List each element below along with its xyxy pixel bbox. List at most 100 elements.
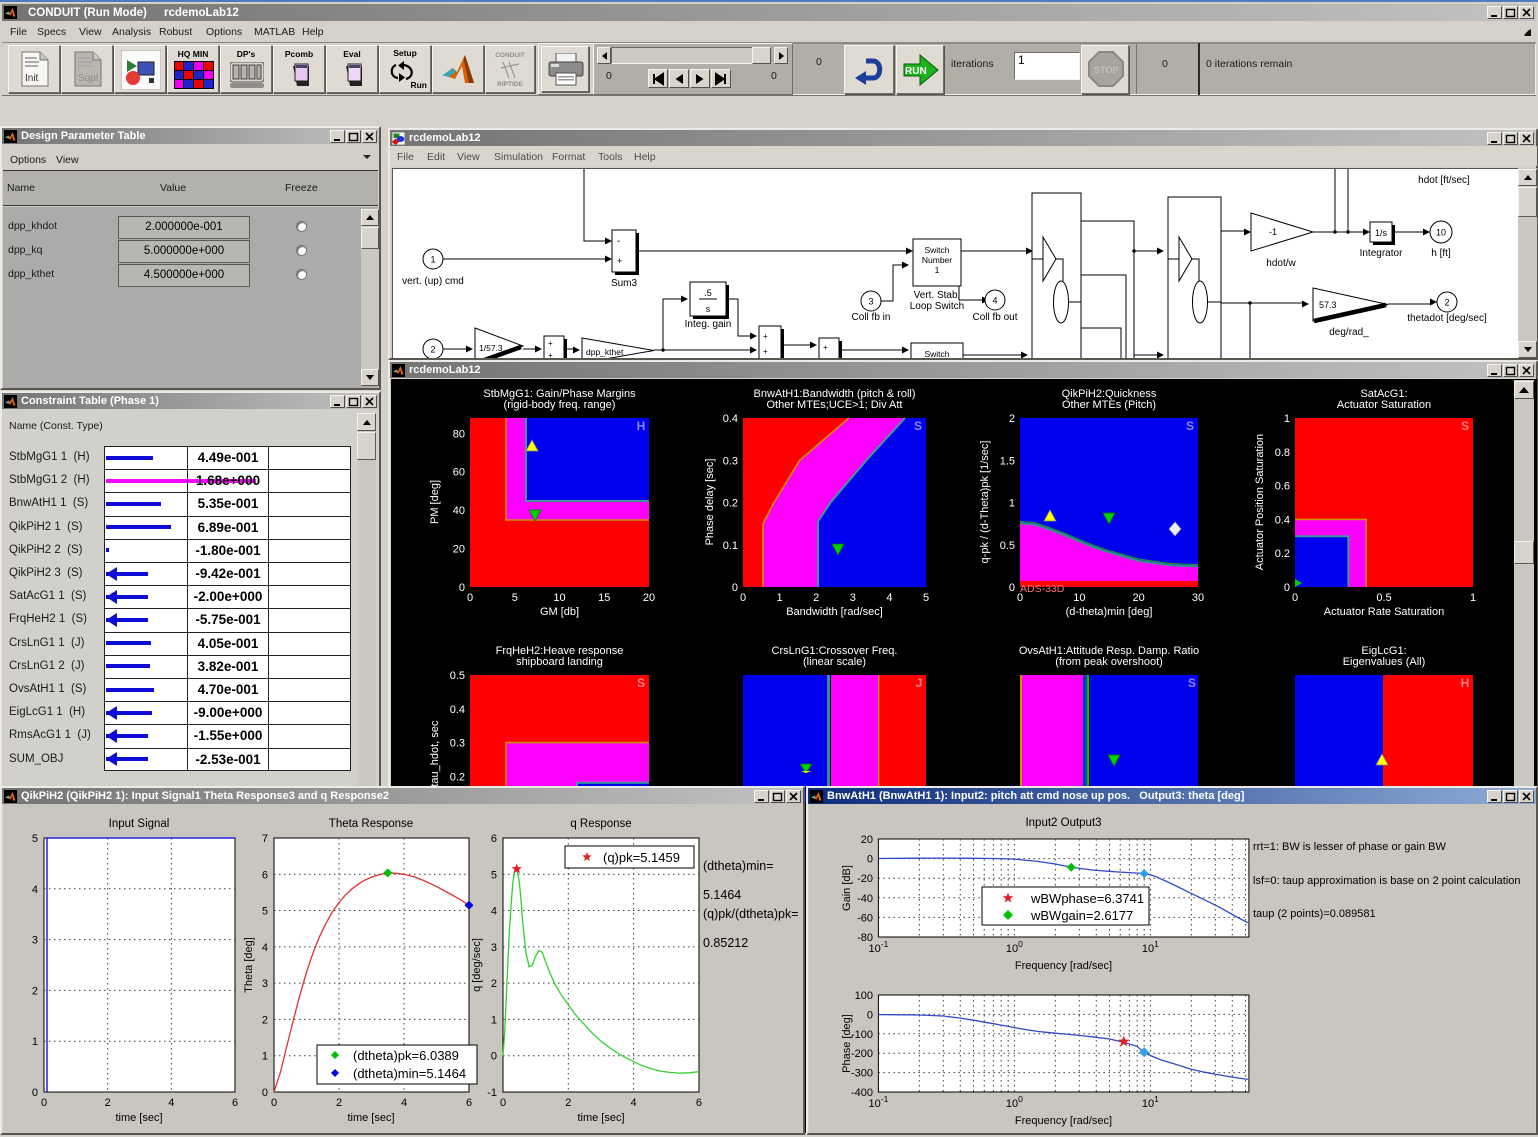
svg-text:5: 5 — [923, 592, 929, 604]
svg-text:0.2: 0.2 — [1275, 548, 1290, 560]
svg-text:30: 30 — [1192, 592, 1204, 604]
svg-text:80: 80 — [453, 428, 465, 440]
svg-text:20: 20 — [1133, 592, 1145, 604]
svg-text:2: 2 — [1009, 413, 1015, 425]
svg-text:RUN: RUN — [905, 66, 927, 77]
svg-text:wBWgain=2.6177: wBWgain=2.6177 — [1030, 908, 1133, 923]
svg-text:1/s: 1/s — [1375, 228, 1388, 238]
svg-text:7: 7 — [262, 833, 268, 845]
svg-text:101: 101 — [1142, 1094, 1159, 1110]
svg-text:Number: Number — [922, 255, 952, 265]
svg-text:0: 0 — [1284, 582, 1290, 594]
svg-text:0: 0 — [867, 854, 873, 866]
svg-text:Integrator: Integrator — [1360, 248, 1403, 259]
svg-text:q [deg/sec]: q [deg/sec] — [471, 938, 483, 992]
svg-text:3: 3 — [850, 592, 856, 604]
svg-text:0: 0 — [1017, 592, 1023, 604]
svg-text:2: 2 — [491, 978, 497, 990]
svg-text:Switch: Switch — [924, 349, 949, 358]
svg-text:+: + — [617, 256, 622, 266]
svg-text:1: 1 — [777, 592, 783, 604]
svg-text:0.6: 0.6 — [1275, 481, 1290, 493]
svg-text:Loop Switch: Loop Switch — [910, 301, 964, 312]
svg-text:-1: -1 — [1269, 227, 1277, 237]
svg-text:6: 6 — [262, 869, 268, 881]
svg-text:100: 100 — [1006, 1094, 1023, 1110]
svg-text:5: 5 — [512, 592, 518, 604]
svg-text:0: 0 — [41, 1097, 47, 1109]
svg-text:(q)pk/(dtheta)pk=: (q)pk/(dtheta)pk= — [703, 907, 799, 921]
svg-text:Coll fb in: Coll fb in — [852, 312, 891, 323]
svg-text:hdot [ft/sec]: hdot [ft/sec] — [1418, 175, 1470, 186]
svg-text:5: 5 — [32, 833, 38, 845]
svg-text:0.4: 0.4 — [1275, 514, 1290, 526]
svg-text:time [sec]: time [sec] — [577, 1112, 624, 1124]
svg-text:Frequency [rad/sec]: Frequency [rad/sec] — [1015, 1115, 1112, 1127]
svg-text:1/57.3: 1/57.3 — [479, 343, 503, 353]
svg-text:S: S — [1186, 419, 1194, 433]
svg-text:q Response: q Response — [570, 818, 631, 830]
svg-text:+: + — [548, 351, 553, 358]
svg-text:s: s — [706, 304, 711, 314]
svg-text:5: 5 — [262, 906, 268, 918]
svg-text:6: 6 — [491, 833, 497, 845]
svg-text:3: 3 — [491, 942, 497, 954]
svg-text:0: 0 — [459, 582, 465, 594]
svg-text:1: 1 — [1284, 413, 1290, 425]
svg-text:20: 20 — [453, 544, 465, 556]
svg-text:lsf=0: taup approximation is b: lsf=0: taup approximation is base on 2 p… — [1253, 875, 1521, 887]
svg-text:0.85212: 0.85212 — [703, 936, 748, 950]
svg-text:1: 1 — [935, 265, 940, 275]
svg-text:.5: .5 — [704, 288, 712, 298]
svg-text:ADS-33D: ADS-33D — [1020, 583, 1065, 595]
svg-text:h [ft]: h [ft] — [1431, 248, 1451, 259]
svg-text:PM [deg]: PM [deg] — [429, 480, 441, 524]
svg-text:0: 0 — [867, 1009, 873, 1021]
svg-text:6: 6 — [232, 1097, 238, 1109]
svg-text:0.5: 0.5 — [450, 670, 465, 682]
svg-text:Phase delay [sec]: Phase delay [sec] — [704, 459, 716, 546]
svg-text:deg/rad_: deg/rad_ — [1329, 327, 1369, 338]
svg-text:(dtheta)min=: (dtheta)min= — [703, 859, 774, 873]
svg-text:3: 3 — [868, 297, 873, 307]
svg-text:rrt=1: BW is lesser of phase o: rrt=1: BW is lesser of phase or gain BW — [1253, 841, 1446, 853]
svg-text:100: 100 — [855, 990, 873, 1002]
svg-text:4: 4 — [491, 906, 497, 918]
svg-text:Bandwidth [rad/sec]: Bandwidth [rad/sec] — [786, 606, 883, 618]
svg-text:3: 3 — [262, 978, 268, 990]
svg-text:101: 101 — [1142, 939, 1159, 955]
svg-text:0.1: 0.1 — [723, 540, 738, 552]
svg-text:time [sec]: time [sec] — [115, 1112, 162, 1124]
svg-text:-300: -300 — [851, 1068, 873, 1080]
svg-text:S: S — [1188, 676, 1196, 690]
svg-text:H: H — [1461, 676, 1470, 690]
svg-text:STOP: STOP — [1094, 65, 1118, 75]
svg-text:wBWphase=6.3741: wBWphase=6.3741 — [1030, 891, 1144, 906]
svg-text:Vert. Stab.: Vert. Stab. — [914, 290, 961, 301]
svg-text:4: 4 — [168, 1097, 174, 1109]
svg-text:+: + — [823, 343, 828, 352]
svg-text:-: - — [617, 236, 620, 247]
svg-text:100: 100 — [1006, 939, 1023, 955]
svg-text:0: 0 — [32, 1087, 38, 1099]
svg-text:-100: -100 — [851, 1029, 873, 1041]
svg-text:S: S — [637, 676, 645, 690]
svg-text:(q)pk=5.1459: (q)pk=5.1459 — [603, 850, 680, 865]
svg-text:(rigid-body freq. range): (rigid-body freq. range) — [504, 399, 616, 411]
svg-text:2: 2 — [565, 1097, 571, 1109]
svg-text:4: 4 — [992, 296, 997, 306]
svg-text:0: 0 — [491, 1051, 497, 1063]
svg-text:4: 4 — [32, 884, 38, 896]
svg-text:2: 2 — [32, 985, 38, 997]
svg-text:0.4: 0.4 — [450, 704, 465, 716]
svg-text:2: 2 — [813, 592, 819, 604]
svg-text:1: 1 — [491, 1014, 497, 1026]
svg-text:vert. (up) cmd: vert. (up) cmd — [402, 276, 464, 287]
svg-text:1: 1 — [32, 1036, 38, 1048]
svg-text:4: 4 — [262, 942, 268, 954]
svg-text:hdot/w: hdot/w — [1266, 258, 1296, 269]
svg-text:2: 2 — [262, 1014, 268, 1026]
svg-text:Sum3: Sum3 — [611, 278, 638, 289]
svg-text:-60: -60 — [857, 912, 873, 924]
svg-text:Other MTEs;UCE>1; Div Att: Other MTEs;UCE>1; Div Att — [766, 399, 902, 411]
